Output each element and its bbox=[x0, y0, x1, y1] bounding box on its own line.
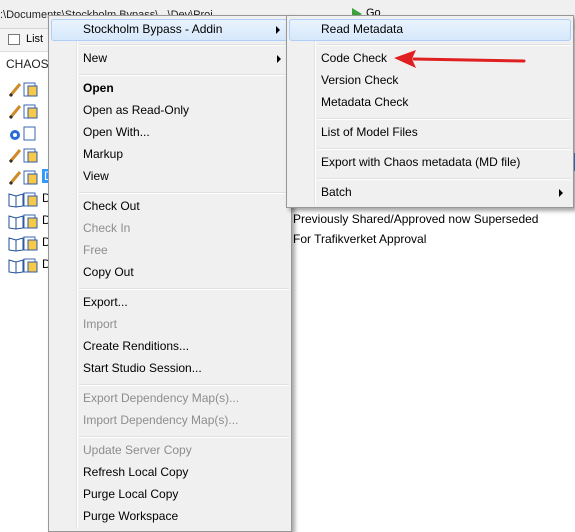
book-document-icon bbox=[8, 190, 42, 208]
menu-item-label: Purge Local Copy bbox=[83, 487, 179, 501]
menu-item-markup[interactable]: Markup bbox=[51, 144, 289, 166]
annotation-arrow bbox=[394, 50, 526, 68]
pencil-document-icon bbox=[8, 102, 42, 120]
addin-submenu: Read Metadata Code Check Version Check Meta… bbox=[286, 15, 574, 208]
menu-item-label: Update Server Copy bbox=[83, 443, 192, 457]
menu-item-label: Start Studio Session... bbox=[83, 361, 202, 375]
menu-item-new[interactable]: New bbox=[51, 48, 289, 70]
menu-item-label: View bbox=[83, 169, 109, 183]
menu-item-import[interactable]: Import bbox=[51, 314, 289, 336]
menu-item-check-out[interactable]: Check Out bbox=[51, 196, 289, 218]
menu-item-label: Check In bbox=[83, 221, 131, 235]
menu-item-stockholm-bypass-addin[interactable]: Stockholm Bypass - Addin bbox=[51, 19, 289, 41]
menu-item-label: Free bbox=[83, 243, 108, 257]
menu-item-check-in[interactable]: Check In bbox=[51, 218, 289, 240]
submenu-item-read-metadata[interactable]: Read Metadata bbox=[289, 19, 571, 41]
menu-separator bbox=[79, 74, 289, 76]
menu-item-purge-workspace[interactable]: Purge Workspace bbox=[51, 506, 289, 528]
context-menu: Stockholm Bypass - Addin New Open Open as R… bbox=[48, 15, 292, 532]
menu-item-free[interactable]: Free bbox=[51, 240, 289, 262]
pencil-document-icon bbox=[8, 146, 42, 164]
menu-item-label: Batch bbox=[321, 185, 352, 199]
list-view-icon[interactable] bbox=[8, 34, 20, 45]
menu-item-label: Import bbox=[83, 317, 118, 331]
submenu-item-export-with-chaos-metadata-md-file[interactable]: Export with Chaos metadata (MD file) bbox=[289, 152, 571, 174]
submenu-item-version-check[interactable]: Version Check bbox=[289, 70, 571, 92]
list-view-label[interactable]: List bbox=[26, 33, 43, 45]
menu-item-label: Import Dependency Map(s)... bbox=[83, 413, 239, 427]
menu-item-label: Create Renditions... bbox=[83, 339, 190, 353]
menu-item-label: Code Check bbox=[321, 51, 388, 65]
submenu-arrow-icon bbox=[276, 26, 280, 34]
menu-separator bbox=[79, 288, 289, 290]
menu-item-label: Export... bbox=[83, 295, 128, 309]
menu-item-purge-local-copy[interactable]: Purge Local Copy bbox=[51, 484, 289, 506]
menu-item-label: Purge Workspace bbox=[83, 509, 179, 523]
menu-separator bbox=[79, 44, 289, 46]
menu-item-create-renditions[interactable]: Create Renditions... bbox=[51, 336, 289, 358]
book-document-icon bbox=[8, 234, 42, 252]
menu-item-refresh-local-copy[interactable]: Refresh Local Copy bbox=[51, 462, 289, 484]
menu-item-label: Markup bbox=[83, 147, 124, 161]
menu-item-label: Version Check bbox=[321, 73, 399, 87]
menu-item-label: Read Metadata bbox=[321, 22, 404, 36]
menu-separator bbox=[79, 192, 289, 194]
menu-separator bbox=[79, 436, 289, 438]
menu-item-label: Stockholm Bypass - Addin bbox=[83, 22, 223, 36]
menu-item-label: List of Model Files bbox=[321, 125, 418, 139]
menu-item-label: Metadata Check bbox=[321, 95, 409, 109]
book-document-icon bbox=[8, 256, 42, 274]
menu-item-view[interactable]: View bbox=[51, 166, 289, 188]
column-header[interactable]: CHAOS bbox=[6, 57, 49, 71]
submenu-arrow-icon bbox=[559, 189, 563, 197]
menu-item-export-dependency-map-s[interactable]: Export Dependency Map(s)... bbox=[51, 388, 289, 410]
status-text-superseded: Previously Shared/Approved now Supersede… bbox=[293, 212, 539, 226]
status-text-approval: For Trafikverket Approval bbox=[293, 232, 427, 246]
menu-item-import-dependency-map-s[interactable]: Import Dependency Map(s)... bbox=[51, 410, 289, 432]
menu-separator bbox=[317, 118, 571, 120]
menu-item-label: Open bbox=[83, 81, 114, 95]
menu-item-start-studio-session[interactable]: Start Studio Session... bbox=[51, 358, 289, 380]
submenu-item-batch[interactable]: Batch bbox=[289, 182, 571, 204]
menu-item-label: Copy Out bbox=[83, 265, 134, 279]
menu-item-label: Open With... bbox=[83, 125, 150, 139]
menu-item-label: Export with Chaos metadata (MD file) bbox=[321, 155, 521, 169]
submenu-item-metadata-check[interactable]: Metadata Check bbox=[289, 92, 571, 114]
submenu-arrow-icon bbox=[277, 55, 281, 63]
linked-document-icon bbox=[8, 124, 42, 142]
menu-item-copy-out[interactable]: Copy Out bbox=[51, 262, 289, 284]
pencil-document-icon bbox=[8, 168, 42, 186]
menu-item-open-with[interactable]: Open With... bbox=[51, 122, 289, 144]
menu-item-label: Check Out bbox=[83, 199, 140, 213]
book-document-icon bbox=[8, 212, 42, 230]
menu-item-open-as-read-only[interactable]: Open as Read-Only bbox=[51, 100, 289, 122]
menu-item-label: Refresh Local Copy bbox=[83, 465, 189, 479]
menu-item-export[interactable]: Export... bbox=[51, 292, 289, 314]
submenu-item-list-of-model-files[interactable]: List of Model Files bbox=[289, 122, 571, 144]
menu-item-open[interactable]: Open bbox=[51, 78, 289, 100]
menu-separator bbox=[317, 44, 571, 46]
pencil-document-icon bbox=[8, 80, 42, 98]
menu-separator bbox=[79, 384, 289, 386]
menu-item-update-server-copy[interactable]: Update Server Copy bbox=[51, 440, 289, 462]
menu-separator bbox=[317, 148, 571, 150]
menu-item-label: Open as Read-Only bbox=[83, 103, 190, 117]
view-toolbar: List bbox=[0, 29, 48, 52]
menu-item-label: Export Dependency Map(s)... bbox=[83, 391, 240, 405]
menu-separator bbox=[317, 178, 571, 180]
menu-item-label: New bbox=[83, 51, 108, 65]
